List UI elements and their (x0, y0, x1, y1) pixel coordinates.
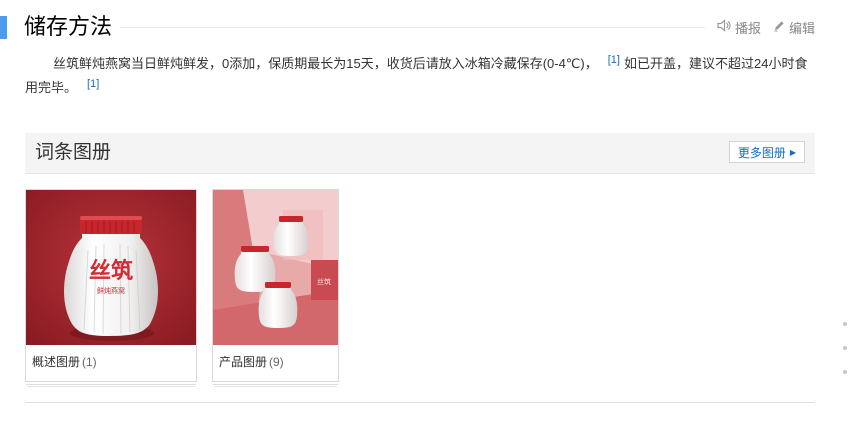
album-cover-image: 丝筑 (213, 190, 338, 345)
paragraph-text-1: 丝筑鲜炖燕窝当日鲜炖鲜发，0添加，保质期最长为15天，收货后请放入冰箱冷藏保存(… (53, 56, 598, 71)
album-count: (9) (269, 355, 284, 369)
album-header: 词条图册 更多图册 ▶ (25, 133, 815, 174)
scroll-dot (843, 346, 847, 350)
album-name: 概述图册 (32, 355, 81, 369)
album-card-label: 概述图册 (1) (32, 353, 97, 370)
more-albums-label: 更多图册 (737, 145, 786, 160)
section-divider (24, 27, 705, 28)
section-accent-bar (0, 16, 7, 39)
scroll-dot (843, 370, 847, 374)
section-header: 储存方法 播报 编辑 (0, 10, 815, 46)
album-name: 产品图册 (219, 355, 268, 369)
album-card-product[interactable]: 丝筑 产品图册 (9) (212, 189, 339, 382)
reference-link-2[interactable]: [1] (87, 78, 99, 90)
speaker-icon (717, 19, 731, 35)
album-card-label: 产品图册 (9) (219, 353, 284, 370)
jar-product-text: 鲜炖燕窝 (97, 286, 125, 295)
more-albums-button[interactable]: 更多图册 ▶ (729, 141, 805, 163)
album-title: 词条图册 (35, 142, 112, 163)
pencil-icon (773, 20, 785, 35)
storage-paragraph: 丝筑鲜炖燕窝当日鲜炖鲜发，0添加，保质期最长为15天，收货后请放入冰箱冷藏保存(… (25, 52, 815, 100)
album-cover-image: 丝筑 鲜炖燕窝 (26, 190, 196, 345)
section-bottom-divider (25, 402, 815, 403)
section-title: 储存方法 (24, 12, 121, 42)
album-count: (1) (82, 355, 97, 369)
scroll-dot (843, 322, 847, 326)
jar-brand-text: 丝筑 (89, 258, 133, 284)
side-scroll-indicator[interactable] (843, 322, 849, 394)
broadcast-button[interactable]: 播报 (717, 18, 761, 37)
edit-button[interactable]: 编辑 (773, 18, 815, 37)
album-card-overview[interactable]: 丝筑 鲜炖燕窝 概述图册 (1) (25, 189, 197, 382)
edit-label: 编辑 (788, 20, 815, 36)
section-actions: 播报 编辑 (717, 15, 815, 39)
box-brand-text: 丝筑 (317, 277, 331, 286)
caret-right-icon: ▶ (789, 147, 797, 157)
broadcast-label: 播报 (734, 20, 761, 36)
reference-link-1[interactable]: [1] (608, 54, 620, 66)
